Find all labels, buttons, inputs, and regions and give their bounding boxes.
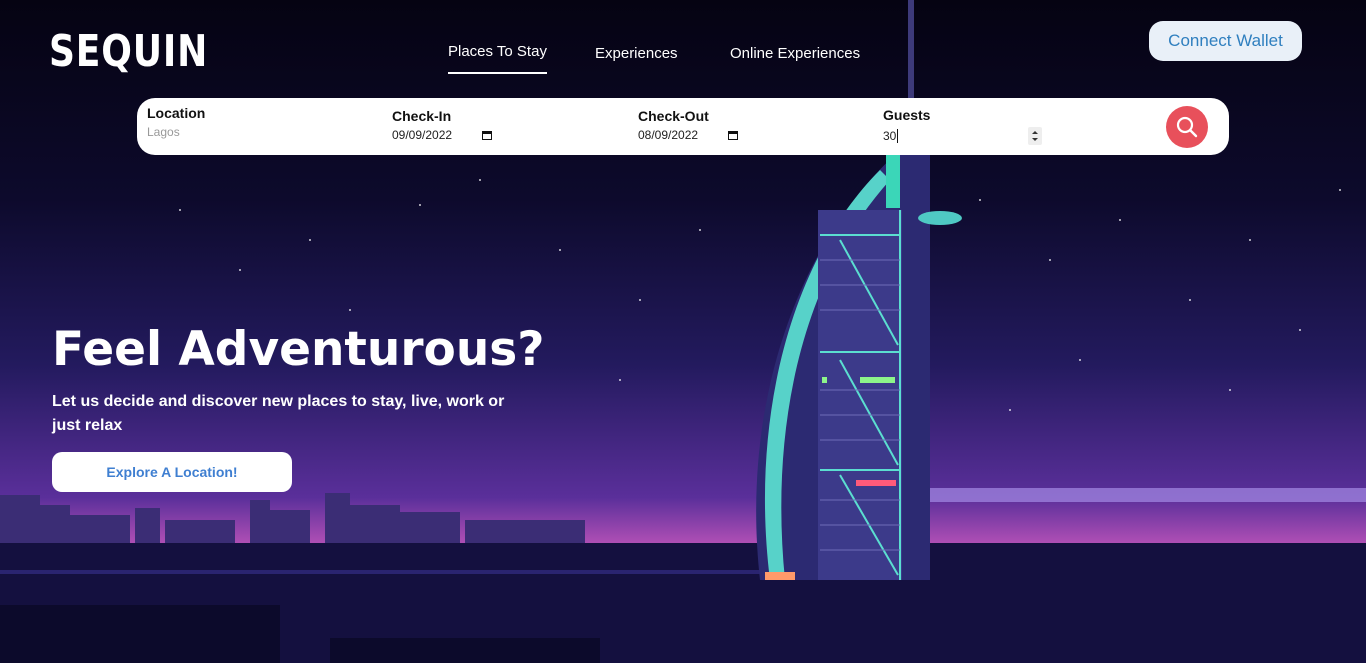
checkout-field[interactable]: Check-Out 08/09/2022 (638, 108, 739, 142)
search-bar: Location Lagos Check-In 09/09/2022 Check… (137, 98, 1229, 155)
checkin-value: 09/09/2022 (392, 128, 453, 142)
hero-title: Feel Adventurous? (52, 322, 545, 377)
checkin-label: Check-In (392, 108, 452, 124)
connect-wallet-button[interactable]: Connect Wallet (1149, 21, 1302, 61)
checkin-input[interactable]: 09/09/2022 (392, 128, 493, 142)
guests-stepper[interactable] (1028, 127, 1043, 145)
nav-item-places-to-stay[interactable]: Places To Stay (448, 43, 547, 74)
guests-input[interactable]: 30 (883, 127, 1043, 145)
text-cursor (897, 129, 899, 143)
guests-field[interactable]: Guests 30 (883, 107, 1043, 145)
checkout-label: Check-Out (638, 108, 709, 124)
location-label: Location (147, 105, 206, 121)
pier-left (0, 605, 280, 663)
stepper-arrows-icon (1032, 131, 1039, 141)
search-icon (1176, 116, 1198, 138)
location-input[interactable]: Lagos (147, 125, 205, 139)
horizon-glow (930, 488, 1366, 502)
checkout-value: 08/09/2022 (638, 128, 699, 142)
nav-item-online-experiences[interactable]: Online Experiences (730, 45, 860, 62)
explore-location-button[interactable]: Explore A Location! (52, 452, 292, 492)
location-field[interactable]: Location Lagos (147, 105, 205, 139)
checkin-field[interactable]: Check-In 09/09/2022 (392, 108, 493, 142)
guests-label: Guests (883, 107, 931, 123)
calendar-icon[interactable] (728, 130, 739, 140)
pier-right (330, 638, 600, 663)
search-button[interactable] (1166, 106, 1208, 148)
shore-line (0, 570, 780, 574)
location-placeholder: Lagos (147, 125, 180, 139)
nav-item-experiences[interactable]: Experiences (595, 45, 678, 62)
hero-subtitle: Let us decide and discover new places to… (52, 393, 505, 434)
calendar-icon[interactable] (482, 130, 493, 140)
skyline (0, 493, 585, 545)
guests-value: 30 (883, 129, 897, 143)
checkout-input[interactable]: 08/09/2022 (638, 128, 739, 142)
